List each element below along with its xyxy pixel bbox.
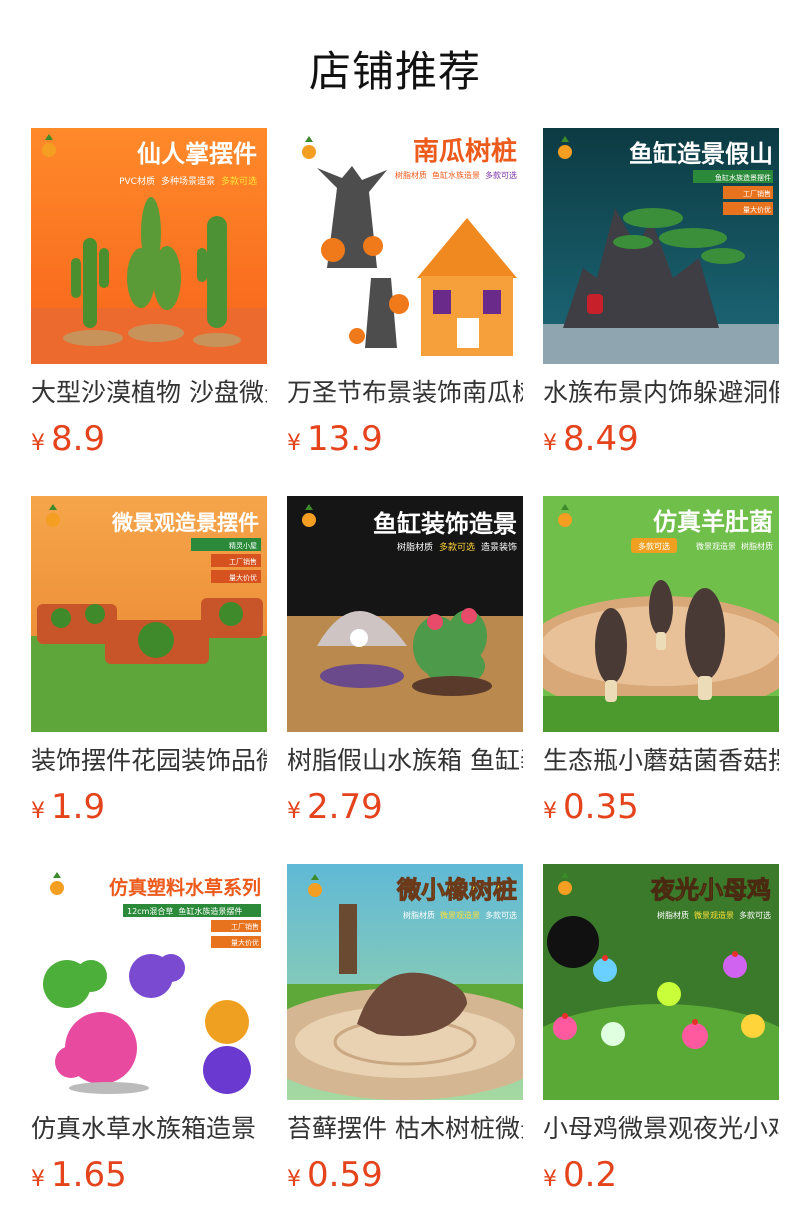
product-name[interactable]: 小母鸡微景观夜光小鸡 xyxy=(543,1113,779,1145)
currency-symbol: ¥ xyxy=(543,1167,557,1192)
svg-text:树脂材质多款可选造景装饰: 树脂材质 多款可选 造景装饰 xyxy=(397,541,517,553)
svg-text:树脂材质微景观造景多款可选: 树脂材质 微景观造景 多款可选 xyxy=(403,910,517,920)
currency-symbol: ¥ xyxy=(287,1167,301,1192)
product-price: ¥0.59 xyxy=(287,1155,523,1201)
price-value: 8.9 xyxy=(51,419,106,459)
svg-text:仿真塑料水草系列: 仿真塑料水草系列 xyxy=(109,876,261,899)
svg-text:量大价优: 量大价优 xyxy=(743,205,771,214)
currency-symbol: ¥ xyxy=(543,799,557,824)
product-image-aquarium-plants[interactable]: 仿真塑料水草系列 12cm混合草 鱼缸水族造景摆件 工厂销售 量大价优 xyxy=(31,864,267,1100)
page-title: 店铺推荐 xyxy=(308,47,481,96)
product-name[interactable]: 生态瓶小蘑菇菌香菇摆件 xyxy=(543,745,779,777)
svg-text:鱼缸水族造景摆件: 鱼缸水族造景摆件 xyxy=(715,173,771,182)
svg-text:微景观造景树脂材质: 微景观造景 树脂材质 xyxy=(696,541,773,551)
product-price: ¥0.2 xyxy=(543,1155,779,1201)
svg-text:12cm混合草鱼缸水族造景摆件: 12cm混合草 鱼缸水族造景摆件 xyxy=(127,906,242,916)
currency-symbol: ¥ xyxy=(31,431,45,456)
svg-text:仿真羊肚菌: 仿真羊肚菌 xyxy=(653,508,773,536)
product-image-pumpkin-stump[interactable]: 南瓜树桩 树脂材质 鱼缸水族造景 多款可选 xyxy=(287,128,523,364)
product-name[interactable]: 苔藓摆件 枯木树桩微景观 xyxy=(287,1113,523,1145)
product-price: ¥0.35 xyxy=(543,787,779,833)
product-name[interactable]: 树脂假山水族箱 鱼缸装饰 xyxy=(287,745,523,777)
svg-text:多款可选: 多款可选 xyxy=(638,541,670,551)
svg-text:工厂销售: 工厂销售 xyxy=(743,189,771,198)
product-price: ¥1.9 xyxy=(31,787,267,833)
product-image-glowing-hens[interactable]: 夜光小母鸡 树脂材质 微景观造景 多款可选 xyxy=(543,864,779,1100)
product-card[interactable]: 鱼缸装饰造景 树脂材质多款可选造景装饰 树脂假山水族箱 鱼缸装饰 ¥2.79 xyxy=(287,496,523,864)
svg-text:量大价优: 量大价优 xyxy=(229,573,257,582)
svg-text:精灵小屋: 精灵小屋 xyxy=(229,541,257,550)
svg-text:工厂销售: 工厂销售 xyxy=(231,922,259,931)
product-card[interactable]: 微小橡树桩 树脂材质微景观造景多款可选 苔藓摆件 枯木树桩微景观 ¥0.59 xyxy=(287,864,523,1232)
currency-symbol: ¥ xyxy=(31,1167,45,1192)
product-name[interactable]: 大型沙漠植物 沙盘微景观 xyxy=(31,377,267,409)
product-name[interactable]: 仿真水草水族箱造景 xyxy=(31,1113,267,1145)
product-image-cactus[interactable]: 仙人掌摆件 PVC材质 多种场景造景 多款可选 xyxy=(31,128,267,364)
currency-symbol: ¥ xyxy=(31,799,45,824)
svg-text:树脂材质鱼缸水族造景多款可选: 树脂材质 鱼缸水族造景 多款可选 xyxy=(395,170,517,180)
product-card[interactable]: 仿真塑料水草系列 12cm混合草 鱼缸水族造景摆件 工厂销售 量大价优 仿真水草水… xyxy=(31,864,267,1232)
product-card[interactable]: 南瓜树桩 树脂材质鱼缸水族造景多款可选 万圣节布景装饰南瓜树桩 ¥13.9 xyxy=(287,128,523,496)
svg-text:微小橡树桩: 微小橡树桩 xyxy=(396,876,517,904)
product-grid: 仙人掌摆件 PVC材质多种场景造景多款可选 大型沙漠植物 沙盘微景观 ¥8.9 … xyxy=(31,128,779,1232)
product-image-shell-ornament[interactable]: 鱼缸装饰造景 树脂材质 多款可选 造景装饰 xyxy=(287,496,523,732)
svg-text:量大价优: 量大价优 xyxy=(231,938,259,947)
product-price: ¥13.9 xyxy=(287,419,523,465)
product-name[interactable]: 水族布景内饰躲避洞假山 xyxy=(543,377,779,409)
svg-text:工厂销售: 工厂销售 xyxy=(229,557,257,566)
svg-text:PVC材质多种场景造景多款可选: PVC材质 多种场景造景 多款可选 xyxy=(119,175,257,187)
currency-symbol: ¥ xyxy=(543,431,557,456)
svg-text:鱼缸造景假山: 鱼缸造景假山 xyxy=(629,140,773,168)
product-card[interactable]: 仙人掌摆件 PVC材质多种场景造景多款可选 大型沙漠植物 沙盘微景观 ¥8.9 xyxy=(31,128,267,496)
product-price: ¥2.79 xyxy=(287,787,523,833)
product-card[interactable]: 仿真羊肚菌 多款可选 微景观造景树脂材质 生态瓶小蘑菇菌香菇摆件 ¥0.35 xyxy=(543,496,779,864)
product-card[interactable]: 微景观造景摆件 精灵小屋 工厂销售 量大价优 装饰摆件花园装饰品微景观 ¥1.9 xyxy=(31,496,267,864)
price-value: 13.9 xyxy=(307,419,383,459)
svg-text:南瓜树桩: 南瓜树桩 xyxy=(413,136,517,167)
svg-text:夜光小母鸡: 夜光小母鸡 xyxy=(650,876,771,904)
product-name[interactable]: 万圣节布景装饰南瓜树桩 xyxy=(287,377,523,409)
currency-symbol: ¥ xyxy=(287,799,301,824)
price-value: 0.2 xyxy=(563,1155,618,1195)
product-image-rockery[interactable]: 鱼缸造景假山 鱼缸水族造景摆件 工厂销售 量大价优 xyxy=(543,128,779,364)
product-card[interactable]: 夜光小母鸡 树脂材质 微景观造景 多款可选 小母鸡微景观夜光小鸡 ¥0.2 xyxy=(543,864,779,1232)
price-value: 1.9 xyxy=(51,787,106,827)
product-card[interactable]: 鱼缸造景假山 鱼缸水族造景摆件 工厂销售 量大价优 水族布景内饰躲避洞假山 ¥8… xyxy=(543,128,779,496)
currency-symbol: ¥ xyxy=(287,431,301,456)
svg-text:仙人掌摆件: 仙人掌摆件 xyxy=(137,140,257,168)
price-value: 1.65 xyxy=(51,1155,127,1195)
product-image-oak-stump[interactable]: 微小橡树桩 树脂材质 微景观造景 多款可选 xyxy=(287,864,523,1100)
svg-text:鱼缸装饰造景: 鱼缸装饰造景 xyxy=(373,510,517,538)
product-price: ¥8.9 xyxy=(31,419,267,465)
price-value: 8.49 xyxy=(563,419,639,459)
price-value: 0.35 xyxy=(563,787,639,827)
product-image-fairy-house[interactable]: 微景观造景摆件 精灵小屋 工厂销售 量大价优 xyxy=(31,496,267,732)
svg-text:树脂材质微景观造景多款可选: 树脂材质 微景观造景 多款可选 xyxy=(657,910,771,920)
price-value: 0.59 xyxy=(307,1155,383,1195)
product-name[interactable]: 装饰摆件花园装饰品微景观 xyxy=(31,745,267,777)
product-image-morel-mushroom[interactable]: 仿真羊肚菌 多款可选 微景观造景 树脂材质 xyxy=(543,496,779,732)
price-value: 2.79 xyxy=(307,787,383,827)
svg-text:微景观造景摆件: 微景观造景摆件 xyxy=(111,511,259,535)
product-price: ¥1.65 xyxy=(31,1155,267,1201)
product-price: ¥8.49 xyxy=(543,419,779,465)
